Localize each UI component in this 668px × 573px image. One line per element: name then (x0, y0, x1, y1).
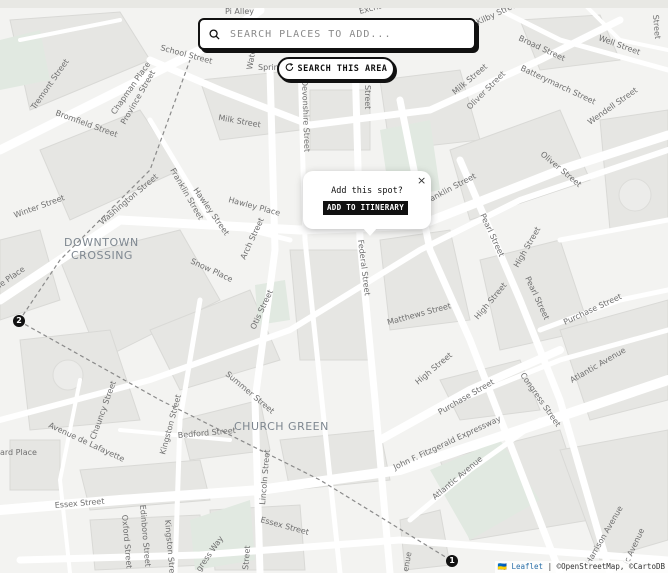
search-input[interactable] (228, 27, 462, 41)
svg-text:Pi Alley: Pi Alley (225, 7, 254, 16)
leaflet-link[interactable]: Leaflet (511, 562, 543, 571)
svg-text:Batterymarch Street: Batterymarch Street (519, 64, 597, 107)
svg-text:ard Place: ard Place (0, 448, 37, 457)
search-icon (200, 20, 228, 48)
map[interactable]: School Street Tremont Street Bromfield S… (0, 0, 668, 573)
popup-tip (362, 227, 378, 236)
search-bar (198, 18, 476, 50)
search-this-area-button[interactable]: SEARCH THIS AREA (277, 57, 395, 81)
route-marker-2[interactable]: 2 (13, 315, 25, 327)
area-label-crossing: CROSSING (71, 249, 133, 262)
refresh-icon (285, 63, 294, 75)
add-spot-popup: × Add this spot? ADD TO ITINERARY (303, 171, 431, 236)
map-tiles: School Street Tremont Street Bromfield S… (0, 0, 668, 573)
map-attribution: 🇺🇦 Leaflet | ©OpenStreetMap, ©CartoDB (494, 561, 668, 573)
add-to-itinerary-button[interactable]: ADD TO ITINERARY (323, 201, 408, 215)
svg-text:Winter Street: Winter Street (13, 193, 66, 220)
top-strip (0, 0, 668, 8)
area-label-downtown: DOWNTOWN (64, 236, 139, 249)
search-this-area-label: SEARCH THIS AREA (297, 64, 388, 74)
route-marker-1[interactable]: 1 (446, 555, 458, 567)
svg-text:Street: Street (363, 85, 372, 109)
area-label-church-green: CHURCH GREEN (234, 420, 329, 433)
svg-text:Street: Street (651, 14, 662, 39)
popup-question: Add this spot? (331, 186, 403, 196)
svg-text:Pearl Street: Pearl Street (478, 212, 506, 258)
ukraine-flag-icon: 🇺🇦 (497, 562, 507, 571)
attribution-text: | ©OpenStreetMap, ©CartoDB (547, 562, 665, 571)
